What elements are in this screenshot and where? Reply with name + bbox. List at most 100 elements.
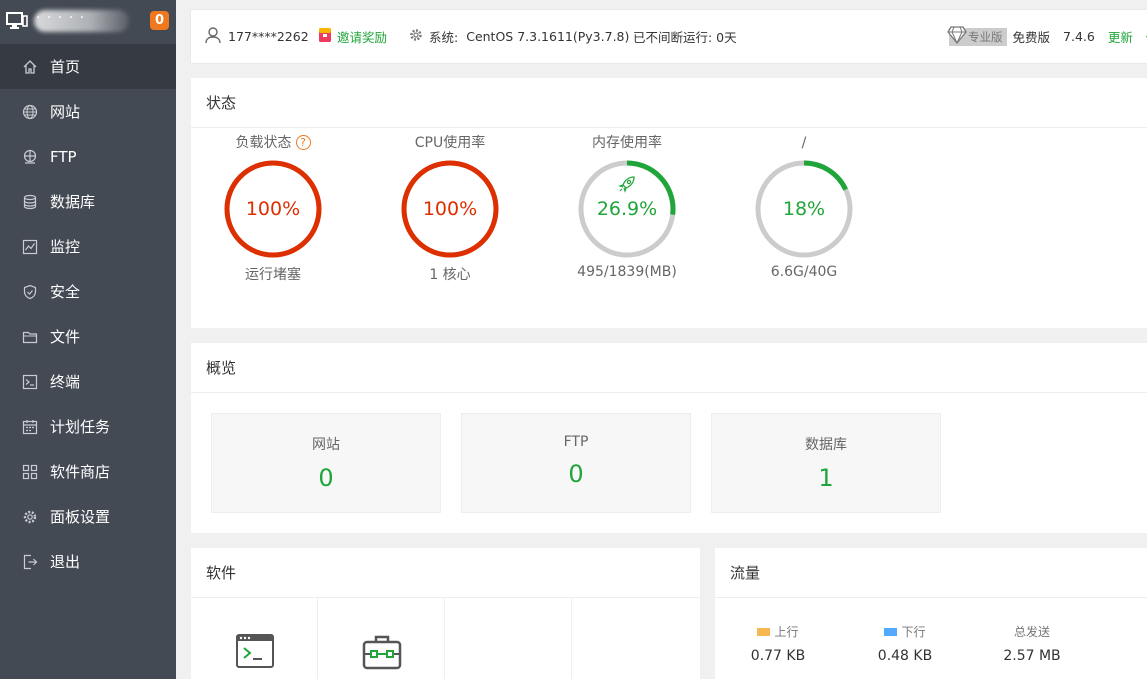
gear-icon xyxy=(22,509,38,525)
sidebar-item-label: FTP xyxy=(50,147,77,166)
traffic-stat-label: 总发送 xyxy=(1013,625,1050,639)
sidebar-item-5[interactable]: 安全 xyxy=(0,269,176,314)
gauge-3[interactable]: / 18% 6.6G/40G xyxy=(744,128,864,280)
sidebar-item-2[interactable]: FTP xyxy=(0,134,176,179)
shield-icon xyxy=(22,284,38,300)
grid-icon xyxy=(22,464,38,480)
traffic-stat-name: 上行 xyxy=(723,623,833,640)
software-panel: 软件 xyxy=(191,548,700,679)
calendar-icon xyxy=(22,419,38,435)
gauge-label: / xyxy=(744,128,864,158)
traffic-stat-value: 2.57 MB xyxy=(1003,648,1061,664)
user-info[interactable]: 177****2262 xyxy=(205,10,309,63)
sidebar-item-11[interactable]: 退出 xyxy=(0,539,176,584)
traffic-stat-value: 0.77 KB xyxy=(750,648,806,664)
gauge-sub: 1 核心 xyxy=(429,267,471,283)
software-item-empty xyxy=(445,598,572,679)
traffic-stat-3: 总 2.8 xyxy=(1104,623,1147,664)
sidebar-item-3[interactable]: 数据库 xyxy=(0,179,176,224)
overview-box-0[interactable]: 网站 0 xyxy=(211,413,441,513)
overview-box-name: FTP xyxy=(563,434,589,450)
traffic-stat-0: 上行 0.77 KB xyxy=(723,623,833,664)
sidebar-item-4[interactable]: 监控 xyxy=(0,224,176,269)
gauge-sub: 6.6G/40G xyxy=(770,264,838,280)
system-info: 系统: CentOS 7.3.1611(Py3.7.8) xyxy=(409,10,629,63)
traffic-stat-name: 总发送 xyxy=(977,623,1087,640)
gauge-label: 负载状态? xyxy=(213,128,333,158)
sidebar-item-9[interactable]: 软件商店 xyxy=(0,449,176,494)
gauge-ring: 26.9% xyxy=(576,158,678,260)
sidebar-item-label: 面板设置 xyxy=(50,508,111,526)
overview-box-name: 网站 xyxy=(312,437,340,453)
software-item-toolbox[interactable] xyxy=(318,598,445,679)
traffic-stat-name: 总 xyxy=(1104,623,1147,640)
gauge-label-text: 内存使用率 xyxy=(592,135,662,151)
legend-swatch xyxy=(884,627,898,636)
sidebar-item-6[interactable]: 文件 xyxy=(0,314,176,359)
edition-label: 免费版 xyxy=(1012,30,1051,45)
overview-box-name: 数据库 xyxy=(805,437,847,453)
overview-box-value: 0 xyxy=(318,464,334,492)
gauge-label-text: 负载状态 xyxy=(235,135,292,151)
home-icon xyxy=(22,59,38,75)
sidebar-nav: 首页网站 FTP 数据库监控 安全 文件 终端计划任务软件商店面板设置退出 xyxy=(0,44,176,584)
status-panel: 状态 负载状态? 100% 运行堵塞 CPU使用率 100% 1 核心 内存使用率 26.9%… xyxy=(191,78,1147,328)
traffic-stat-value: 2.8 xyxy=(1104,648,1147,664)
gauge-label: CPU使用率 xyxy=(390,128,510,158)
gauge-label: 内存使用率 xyxy=(567,128,687,158)
invite-link[interactable]: 邀请奖励 xyxy=(319,10,387,63)
gauge-sub: 495/1839(MB) xyxy=(577,264,677,280)
monitor-logo-icon xyxy=(6,12,28,30)
update-link[interactable]: 更新 xyxy=(1108,27,1133,46)
sidebar-item-label: 网站 xyxy=(50,103,81,121)
uptime: 已不间断运行: 0天 xyxy=(633,30,737,45)
database-icon xyxy=(22,194,38,210)
status-title: 状态 xyxy=(191,78,1147,128)
terminal-icon xyxy=(22,374,38,390)
traffic-stat-label: 上行 xyxy=(774,625,799,639)
gauge-value: 100% xyxy=(422,198,478,220)
logout-icon xyxy=(22,554,38,570)
gauge-0[interactable]: 负载状态? 100% 运行堵塞 xyxy=(213,128,333,284)
overview-box-1[interactable]: FTP 0 xyxy=(461,413,691,513)
traffic-panel: 流量 上行 0.77 KB 下行 0.48 KB 总发送 2.57 MB 总 2.8 xyxy=(715,548,1147,679)
overview-box-2[interactable]: 数据库 1 xyxy=(711,413,941,513)
sidebar-item-label: 首页 xyxy=(50,58,81,76)
software-item-terminal[interactable] xyxy=(191,598,318,679)
sidebar-item-label: 数据库 xyxy=(50,193,96,211)
legend-swatch xyxy=(757,627,771,636)
top-info-bar: 177****2262 邀请奖励 系统: CentOS 7.3.1611(Py3… xyxy=(191,10,1147,63)
gift-icon xyxy=(319,28,331,45)
globe-icon xyxy=(22,104,38,120)
monitor-icon xyxy=(22,239,38,255)
sidebar-item-0[interactable]: 首页 xyxy=(0,44,176,89)
gauge-2[interactable]: 内存使用率 26.9% 495/1839(MB) xyxy=(567,128,687,280)
edition-info: 专业版 免费版 7.4.6 更新 修 xyxy=(947,10,1147,63)
help-icon[interactable]: ? xyxy=(295,135,311,150)
traffic-stat-1: 下行 0.48 KB xyxy=(850,623,960,664)
gauge-value: 18% xyxy=(782,198,826,220)
sidebar-item-7[interactable]: 终端 xyxy=(0,359,176,404)
gauge-value: 26.9% xyxy=(596,198,658,220)
cog-icon xyxy=(409,28,423,45)
main-content: 177****2262 邀请奖励 系统: CentOS 7.3.1611(Py3… xyxy=(176,0,1147,679)
gauge-ring: 18% xyxy=(753,158,855,260)
version-number: 7.4.6 xyxy=(1063,29,1095,44)
gauge-ring: 100% xyxy=(399,158,501,260)
sidebar-item-label: 软件商店 xyxy=(50,463,111,481)
gauge-label-text: / xyxy=(801,135,807,151)
terminal-app-icon xyxy=(236,634,274,672)
sidebar-item-10[interactable]: 面板设置 xyxy=(0,494,176,539)
overview-title: 概览 xyxy=(191,343,1147,393)
sidebar-header: · · · · · 0 xyxy=(0,0,176,44)
pro-badge[interactable]: 专业版 xyxy=(947,26,1007,46)
gauge-sub: 运行堵塞 xyxy=(245,267,301,283)
sidebar-item-1[interactable]: 网站 xyxy=(0,89,176,134)
message-badge[interactable]: 0 xyxy=(150,11,169,30)
sidebar-item-8[interactable]: 计划任务 xyxy=(0,404,176,449)
software-item-empty xyxy=(572,598,699,679)
gauge-value: 100% xyxy=(245,198,301,220)
gauge-1[interactable]: CPU使用率 100% 1 核心 xyxy=(390,128,510,284)
sidebar-item-label: 计划任务 xyxy=(50,418,111,436)
server-name: · · · · · xyxy=(36,10,86,26)
